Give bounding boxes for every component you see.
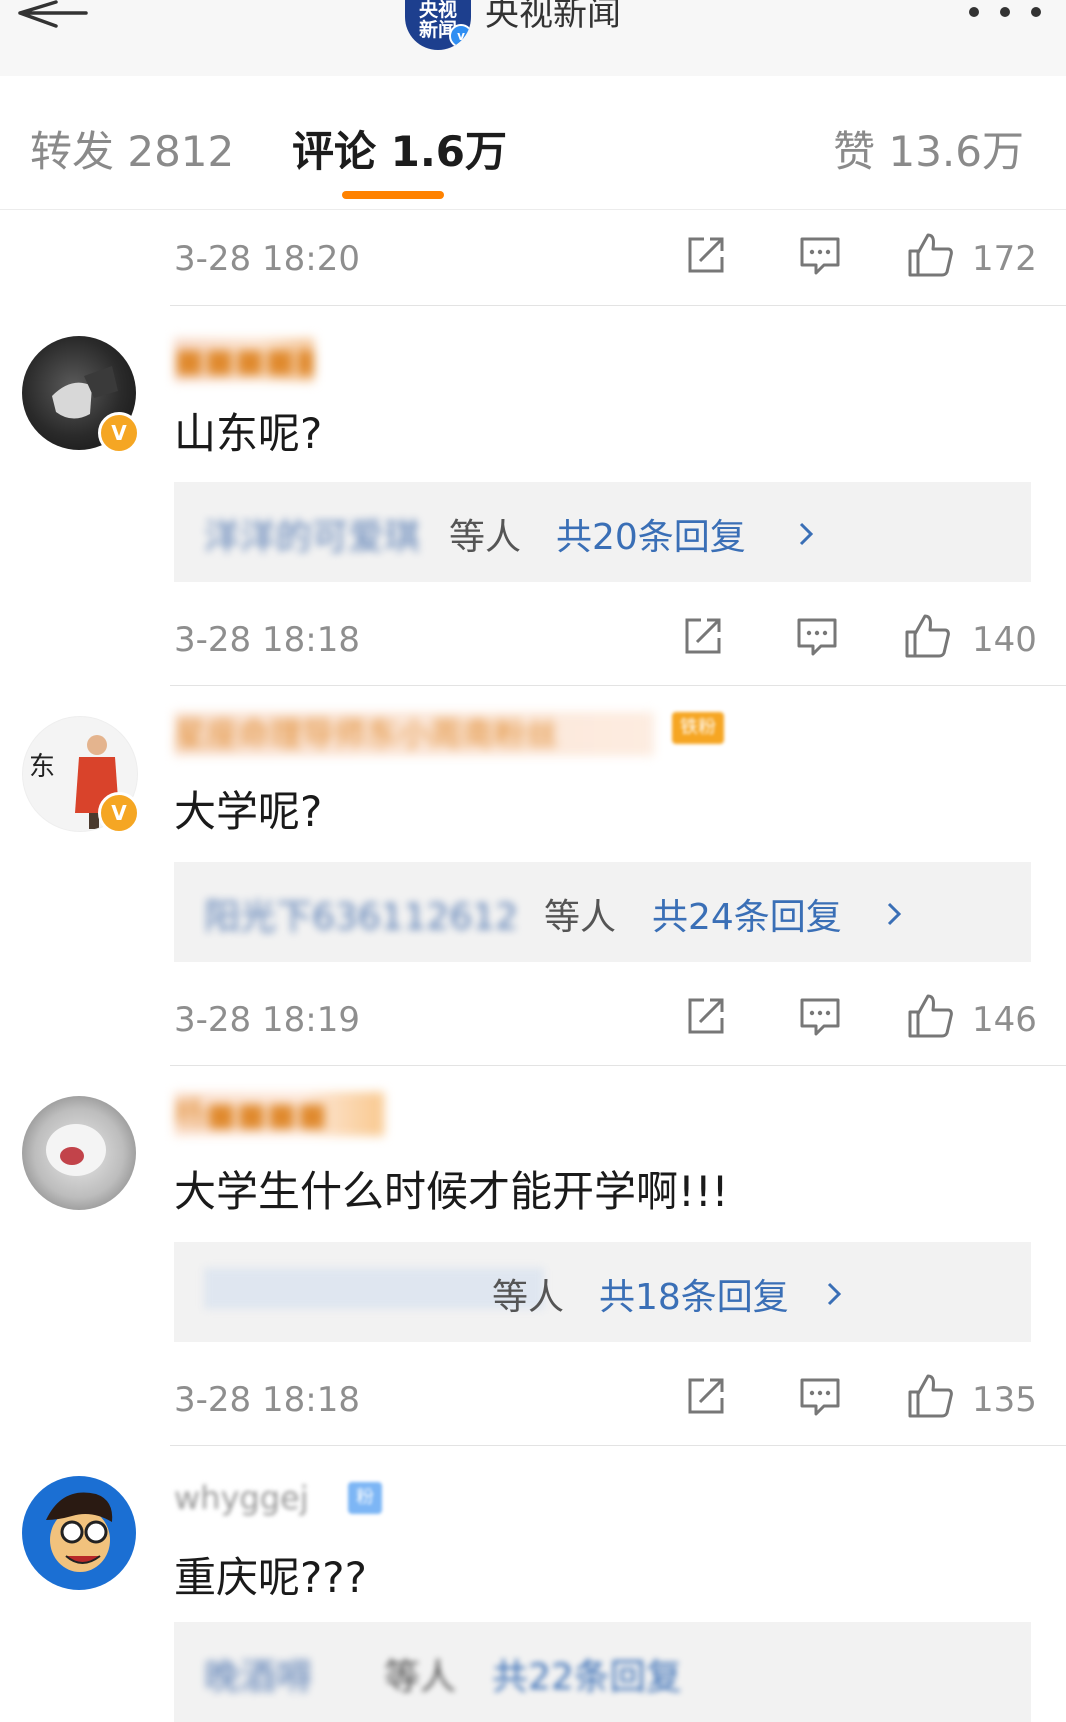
avatar[interactable] — [22, 1476, 136, 1590]
reply-user-names: 洋洋的可爱琪 — [204, 517, 421, 558]
reply-total-link[interactable]: 共22条回复 — [492, 1648, 682, 1700]
reply-preview[interactable]: 阳光下636112612 等人 共24条回复 — [174, 862, 1031, 962]
channel-logo: 央视 新闻 v — [405, 0, 471, 50]
comment-text: 重庆呢??? — [174, 1553, 367, 1602]
comment-bubble-icon[interactable] — [796, 231, 844, 279]
thumbs-up-icon[interactable] — [906, 231, 954, 279]
tab-comment[interactable]: 评论 1.6万 — [292, 118, 507, 179]
thumbs-up-icon[interactable] — [906, 992, 954, 1040]
channel-name: 央视新闻 — [485, 0, 621, 34]
share-icon[interactable] — [682, 992, 730, 1040]
channel-header[interactable]: 央视 新闻 v 央视新闻 — [405, 0, 621, 50]
comment-actions-row: 3-28 18:19 146 — [0, 992, 1066, 1052]
like-count: 140 — [972, 620, 1037, 660]
divider — [170, 1445, 1066, 1446]
reply-others-label: 等人 — [492, 1277, 565, 1318]
like-count: 135 — [972, 1380, 1037, 1420]
thumbs-up-icon[interactable] — [903, 612, 951, 660]
top-bar: 央视 新闻 v 央视新闻 — [0, 0, 1066, 77]
username[interactable]: 杨■■■■ — [174, 1092, 384, 1136]
reply-total-link[interactable]: 共18条回复 — [599, 1268, 789, 1320]
reply-others-label: 等人 — [544, 897, 617, 938]
fan-badge: 粉 — [348, 1482, 382, 1514]
comment-time: 3-28 18:20 — [174, 239, 360, 279]
reply-total-link[interactable]: 共24条回复 — [652, 888, 842, 940]
username[interactable]: ■■■■■ — [174, 338, 314, 382]
divider — [170, 685, 1066, 686]
like-count: 146 — [972, 1000, 1037, 1040]
divider — [170, 1065, 1066, 1066]
avatar[interactable] — [22, 1096, 136, 1210]
tab-bar: 转发 2812 评论 1.6万 赞 13.6万 — [0, 76, 1066, 210]
comment-text: 大学生什么时候才能开学啊!!! — [174, 1167, 729, 1216]
back-arrow-icon[interactable] — [16, 0, 90, 44]
divider — [170, 305, 1066, 306]
comment-bubble-icon[interactable] — [796, 992, 844, 1040]
like-count: 172 — [972, 239, 1037, 279]
reply-others-label: 等人 — [449, 517, 522, 558]
share-icon[interactable] — [679, 612, 727, 660]
more-dots-icon[interactable] — [968, 4, 1042, 20]
share-icon[interactable] — [682, 231, 730, 279]
reply-total-link[interactable]: 共20条回复 — [556, 508, 746, 560]
comment-actions-row: 3-28 18:18 140 — [0, 612, 1066, 672]
reply-preview[interactable]: 晚酒嘚 等人 共22条回复 — [174, 1622, 1031, 1722]
reply-preview[interactable]: ■■■■■■■■■■ 等人 共18条回复 — [174, 1242, 1031, 1342]
comment-text: 大学呢? — [174, 787, 323, 836]
comment-actions-row: 3-28 18:20 172 — [0, 231, 1066, 291]
avatar-image — [46, 1492, 113, 1572]
chevron-right-icon — [799, 522, 814, 546]
thumbs-up-icon[interactable] — [906, 1372, 954, 1420]
share-icon[interactable] — [682, 1372, 730, 1420]
reply-user-names: 晚酒嘚 — [204, 1657, 313, 1698]
active-tab-indicator — [342, 191, 444, 199]
verified-badge-icon: V — [98, 792, 140, 834]
chevron-right-icon — [887, 902, 902, 926]
comment-time: 3-28 18:19 — [174, 1000, 360, 1040]
comment-bubble-icon[interactable] — [793, 612, 841, 660]
reply-others-label: 等人 — [384, 1657, 457, 1698]
tab-repost[interactable]: 转发 2812 — [30, 118, 234, 179]
channel-logo-line1: 央视 — [418, 0, 457, 21]
comment-bubble-icon[interactable] — [796, 1372, 844, 1420]
chevron-right-icon — [827, 1282, 842, 1306]
comment-text: 山东呢? — [174, 409, 323, 458]
verified-badge-icon: V — [98, 412, 140, 454]
username[interactable]: 星座命理导师东小周南粉丝 — [174, 712, 654, 756]
comment-actions-row: 3-28 18:18 135 — [0, 1372, 1066, 1432]
tab-like[interactable]: 赞 13.6万 — [833, 118, 1024, 179]
reply-preview[interactable]: 洋洋的可爱琪 等人 共20条回复 — [174, 482, 1031, 582]
avatar-image — [46, 1124, 106, 1176]
comment-time: 3-28 18:18 — [174, 1380, 360, 1420]
verified-badge-icon: v — [449, 24, 471, 48]
comment-time: 3-28 18:18 — [174, 620, 360, 660]
svg-text:东: 东 — [29, 752, 55, 782]
reply-user-names: 阳光下636112612 — [204, 897, 519, 938]
username[interactable]: whyggej — [174, 1476, 344, 1520]
fan-badge: 铁粉 — [672, 712, 724, 744]
